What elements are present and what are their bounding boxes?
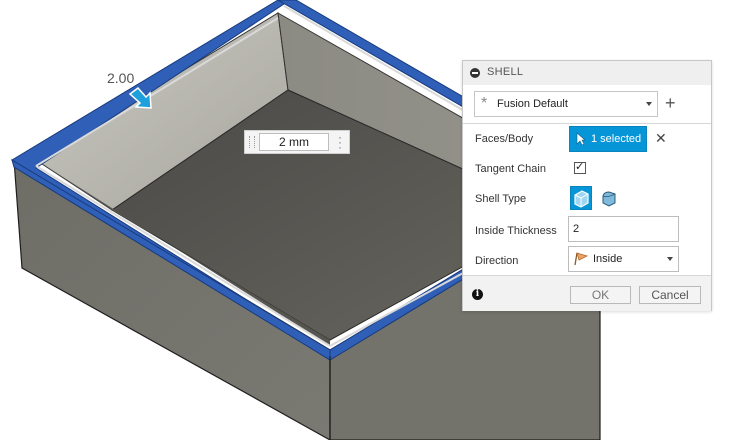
inplace-thickness-input[interactable]: 2 mm	[259, 133, 329, 151]
shell-dialog: SHELL * Fusion Default + Faces/Body 1 se…	[462, 60, 712, 311]
faces-body-selection-button[interactable]: 1 selected	[569, 126, 647, 152]
close-icon[interactable]: ✕	[655, 130, 667, 146]
chevron-down-icon	[646, 102, 652, 106]
dialog-title: SHELL	[487, 66, 524, 78]
check-icon: ✓	[575, 161, 585, 173]
inside-thickness-input[interactable]: 2	[568, 216, 679, 242]
cancel-button[interactable]: Cancel	[639, 286, 701, 304]
direction-value: Inside	[593, 253, 623, 265]
inside-thickness-label: Inside Thickness	[475, 225, 557, 237]
drag-handle-icon[interactable]	[249, 136, 255, 148]
dimension-label: 2.00	[107, 70, 135, 86]
ok-button[interactable]: OK	[570, 286, 631, 304]
direction-row: Direction Inside	[463, 246, 711, 276]
tangent-chain-checkbox[interactable]: ✓	[574, 161, 586, 174]
rounded-shell-icon	[602, 191, 616, 207]
asterisk-icon: *	[481, 95, 488, 112]
more-options-icon[interactable]: · · ·	[338, 131, 342, 153]
cursor-icon	[576, 132, 586, 146]
sharp-shell-icon	[574, 190, 589, 208]
tangent-chain-label: Tangent Chain	[475, 163, 546, 175]
preset-dropdown[interactable]: * Fusion Default	[474, 91, 658, 117]
collapse-icon[interactable]	[470, 68, 480, 78]
faces-body-label: Faces/Body	[475, 133, 534, 145]
direction-dropdown[interactable]: Inside	[568, 246, 679, 272]
preset-row: * Fusion Default +	[463, 85, 711, 124]
direction-label: Direction	[475, 255, 519, 267]
plus-icon[interactable]: +	[665, 93, 676, 113]
inplace-thickness-editor[interactable]: 2 mm · · ·	[244, 130, 350, 154]
info-icon[interactable]: i	[472, 289, 483, 300]
shell-type-row: Shell Type	[463, 184, 711, 214]
tangent-chain-row: Tangent Chain ✓	[463, 154, 711, 184]
dialog-header[interactable]: SHELL	[463, 61, 711, 86]
chevron-down-icon	[667, 257, 673, 261]
preset-value: Fusion Default	[497, 98, 568, 110]
sharp-shell-type-button[interactable]	[570, 186, 592, 210]
shell-type-label: Shell Type	[475, 193, 527, 205]
faces-body-row: Faces/Body 1 selected ✕	[463, 124, 711, 154]
rounded-shell-type-button[interactable]	[598, 186, 620, 210]
dialog-footer: i OK Cancel	[463, 275, 711, 311]
selection-count: 1 selected	[591, 133, 642, 145]
direction-icon	[574, 252, 589, 266]
inside-thickness-row: Inside Thickness 2	[463, 216, 711, 246]
